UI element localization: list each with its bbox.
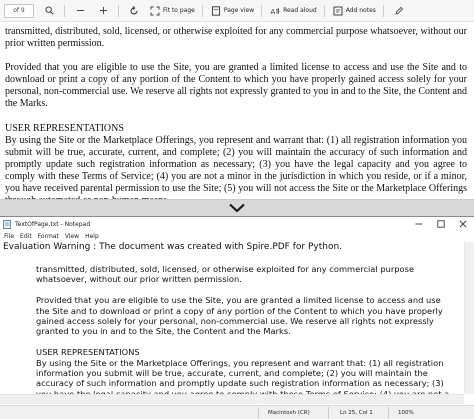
zoom-out-icon[interactable] bbox=[72, 3, 88, 19]
page-view-icon bbox=[211, 5, 220, 16]
add-notes-label: Add notes bbox=[345, 7, 376, 14]
notepad-titlebar: TextOfPage.txt - Notepad bbox=[0, 217, 474, 231]
vertical-scrollbar[interactable] bbox=[464, 242, 474, 394]
page-view-button[interactable]: Page view bbox=[211, 3, 254, 19]
close-icon bbox=[459, 220, 467, 228]
horizontal-scrollbar[interactable] bbox=[0, 394, 464, 404]
page-indicator[interactable]: of 9 bbox=[4, 3, 34, 18]
menu-edit[interactable]: Edit bbox=[20, 233, 32, 240]
status-separator bbox=[258, 407, 259, 419]
notepad-menubar: File Edit Format View Help bbox=[0, 231, 474, 242]
fit-to-page-label: Fit to page bbox=[163, 7, 195, 14]
menu-format[interactable]: Format bbox=[38, 233, 59, 240]
minimize-icon bbox=[415, 223, 423, 225]
toolbar-separator bbox=[382, 4, 384, 17]
toolbar-separator bbox=[201, 4, 203, 17]
status-zoom: 100% bbox=[398, 410, 414, 416]
notepad-statusbar: Macintosh (CR) Ln 25, Col 1 100% bbox=[0, 405, 474, 419]
menu-help[interactable]: Help bbox=[85, 233, 99, 240]
maximize-button[interactable] bbox=[430, 217, 452, 231]
toolbar-separator bbox=[118, 4, 119, 17]
rotate-icon[interactable] bbox=[126, 3, 142, 19]
read-aloud-label: Read aloud bbox=[283, 7, 317, 14]
search-icon[interactable] bbox=[41, 3, 57, 19]
notepad-app-icon bbox=[3, 219, 11, 229]
pdf-viewer: of 9 Fit to page Page view A Read aloud bbox=[0, 0, 474, 199]
pdf-paragraph: transmitted, distributed, sold, licensed… bbox=[5, 26, 467, 50]
pdf-toolbar: of 9 Fit to page Page view A Read aloud bbox=[0, 0, 474, 22]
add-notes-button[interactable]: Add notes bbox=[333, 3, 376, 19]
svg-text:A: A bbox=[271, 8, 276, 16]
add-notes-icon bbox=[333, 6, 343, 15]
notepad-body: transmitted, distributed, sold, licensed… bbox=[36, 264, 456, 394]
fit-to-page-icon bbox=[150, 6, 160, 15]
evaluation-warning: Evaluation Warning : The document was cr… bbox=[3, 242, 343, 252]
read-aloud-icon: A bbox=[271, 7, 280, 16]
maximize-icon bbox=[437, 220, 445, 228]
draw-icon[interactable] bbox=[391, 3, 407, 19]
pdf-section-heading: USER REPRESENTATIONS bbox=[5, 122, 124, 134]
toolbar-separator bbox=[323, 4, 325, 17]
window-title: TextOfPage.txt - Notepad bbox=[15, 220, 91, 228]
fit-to-page-button[interactable]: Fit to page bbox=[150, 3, 195, 19]
status-separator bbox=[328, 407, 329, 419]
page-view-label: Page view bbox=[223, 7, 255, 14]
pdf-paragraph: Provided that you are eligible to use th… bbox=[5, 62, 467, 110]
read-aloud-button[interactable]: A Read aloud bbox=[270, 3, 317, 19]
status-separator bbox=[388, 407, 389, 419]
notepad-window: TextOfPage.txt - Notepad File Edit Forma… bbox=[0, 216, 474, 419]
pdf-page-content: transmitted, distributed, sold, licensed… bbox=[0, 22, 474, 199]
notepad-heading: USER REPRESENTATIONS bbox=[36, 347, 140, 358]
status-line-ending: Macintosh (CR) bbox=[268, 410, 310, 416]
toolbar-separator bbox=[64, 4, 65, 17]
menu-file[interactable]: File bbox=[4, 233, 14, 240]
pdf-paragraph: By using the Site or the Marketplace Off… bbox=[5, 134, 467, 199]
zoom-in-icon[interactable] bbox=[95, 3, 111, 19]
notepad-paragraph: Provided that you are eligible to use th… bbox=[36, 295, 443, 337]
page-indicator-label: of 9 bbox=[13, 7, 25, 14]
close-button[interactable] bbox=[452, 217, 474, 231]
minimize-button[interactable] bbox=[408, 217, 430, 231]
status-position: Ln 25, Col 1 bbox=[340, 410, 373, 416]
divider-bar bbox=[0, 199, 474, 216]
notepad-text-area[interactable]: Evaluation Warning : The document was cr… bbox=[0, 242, 464, 394]
toolbar-separator bbox=[261, 4, 263, 17]
notepad-paragraph: transmitted, distributed, sold, licensed… bbox=[36, 264, 415, 285]
notepad-paragraph: By using the Site or the Marketplace Off… bbox=[36, 357, 450, 394]
menu-view[interactable]: View bbox=[65, 233, 79, 240]
chevron-down-icon bbox=[229, 203, 245, 213]
